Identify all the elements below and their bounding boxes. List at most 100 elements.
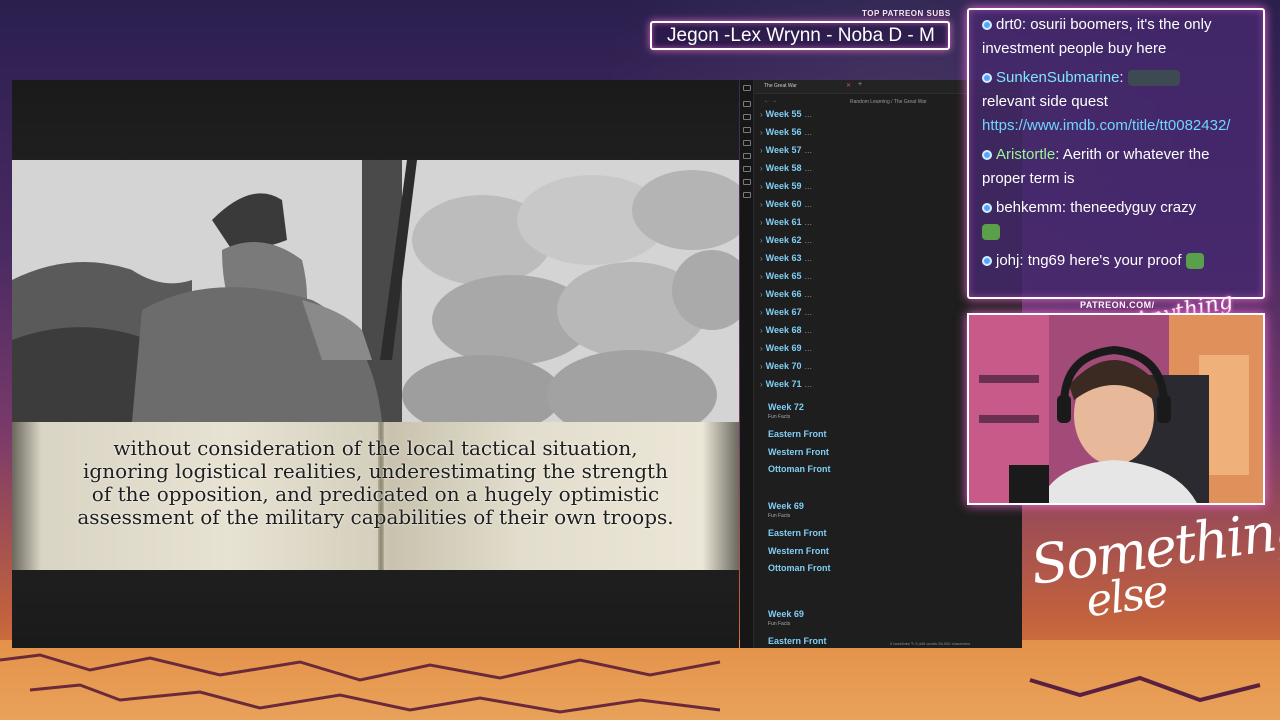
top-patreon-subs-label: TOP PATREON SUBS [862, 9, 951, 18]
chat-text: : tng69 here's your proof [1019, 252, 1182, 269]
week-label: Week 65 [765, 271, 802, 281]
week-label: Week 55 [765, 109, 802, 119]
chevron-right-icon[interactable]: › [760, 146, 763, 155]
front-heading[interactable]: Western Front [768, 447, 829, 457]
caption-line: assessment of the military capabilities … [77, 505, 674, 529]
chevron-right-icon[interactable]: › [760, 362, 763, 371]
chevron-right-icon[interactable]: › [760, 110, 763, 119]
badge-icon [982, 203, 992, 214]
tab-close-icon[interactable]: ✕ [846, 82, 851, 89]
week-label: Week 62 [765, 235, 802, 245]
chevron-right-icon[interactable]: › [760, 254, 763, 263]
week-label: Week 58 [765, 163, 802, 173]
week-label: Week 57 [765, 145, 802, 155]
sidebar-toggle-icon[interactable] [743, 85, 751, 91]
chevron-right-icon[interactable]: › [760, 200, 763, 209]
chevron-right-icon[interactable]: › [760, 182, 763, 191]
week-item[interactable]: › Week 71... [760, 379, 812, 393]
chat-username: johj [996, 252, 1020, 269]
chevron-right-icon[interactable]: › [760, 272, 763, 281]
chevron-right-icon[interactable]: › [760, 290, 763, 299]
week-heading[interactable]: Week 69 [768, 609, 804, 619]
calendar-icon[interactable] [743, 140, 751, 146]
week-heading[interactable]: Week 69 [768, 501, 804, 511]
chevron-right-icon[interactable]: › [760, 164, 763, 173]
week-label: Week 61 [765, 217, 802, 227]
week-item[interactable]: › Week 66... [760, 289, 812, 303]
template-icon[interactable] [743, 153, 751, 159]
chevron-right-icon[interactable]: › [760, 218, 763, 227]
front-heading[interactable]: Eastern Front [768, 429, 827, 439]
ellipsis: ... [804, 271, 813, 281]
status-bar: 0 backlinks ✎ 5,446 words 58,040 charact… [890, 641, 971, 646]
nav-arrows[interactable]: ← → [764, 98, 778, 104]
historical-photo [12, 160, 739, 422]
ground-pattern [0, 653, 1261, 714]
chevron-right-icon[interactable]: › [760, 308, 763, 317]
else-logo: else [1082, 565, 1170, 628]
week-item[interactable]: › Week 59... [760, 181, 812, 195]
front-heading[interactable]: Eastern Front [768, 528, 827, 538]
chevron-right-icon[interactable]: › [760, 344, 763, 353]
week-heading[interactable]: Week 72 [768, 402, 804, 412]
ellipsis: ... [804, 343, 813, 353]
settings-icon[interactable] [743, 179, 751, 185]
chat-message: SunkenSubmarine: relevant side quest htt… [982, 66, 1253, 138]
week-item[interactable]: › Week 62... [760, 235, 812, 249]
caption-line: without consideration of the local tacti… [113, 436, 638, 460]
week-label: Week 70 [765, 361, 802, 371]
chat-username: Aristortle [996, 146, 1056, 163]
week-item[interactable]: › Week 55... [760, 109, 812, 123]
graph-icon[interactable] [743, 127, 751, 133]
soldier-sandbags-image [12, 160, 739, 422]
chat-text: relevant side quest [982, 93, 1108, 110]
week-item[interactable]: › Week 57... [760, 145, 812, 159]
front-heading[interactable]: Eastern Front [768, 636, 827, 646]
week-label: Week 59 [765, 181, 802, 191]
badge-icon [982, 256, 992, 267]
breadcrumb[interactable]: Random Learning / The Great War [850, 99, 927, 105]
week-label: Week 66 [765, 289, 802, 299]
chat-username: behkemm [996, 199, 1062, 216]
week-item[interactable]: › Week 69... [760, 343, 812, 357]
ellipsis: ... [804, 181, 813, 191]
week-item[interactable]: › Week 58... [760, 163, 812, 177]
ellipsis: ... [804, 235, 813, 245]
week-item[interactable]: › Week 70... [760, 361, 812, 375]
week-label: Week 68 [765, 325, 802, 335]
chat-message: drt0: osurii boomers, it's the only inve… [982, 13, 1253, 61]
chevron-right-icon[interactable]: › [760, 326, 763, 335]
chat-username: drt0 [996, 16, 1022, 33]
week-item[interactable]: › Week 65... [760, 271, 812, 285]
front-heading[interactable]: Western Front [768, 546, 829, 556]
ellipsis: ... [804, 109, 813, 119]
fun-facts-label: Fun Facts [768, 513, 791, 519]
chevron-right-icon[interactable]: › [760, 128, 763, 137]
week-item[interactable]: › Week 68... [760, 325, 812, 339]
chat-link[interactable]: https://www.imdb.com/title/tt0082432/ [982, 117, 1230, 134]
front-heading[interactable]: Ottoman Front [768, 563, 831, 573]
new-tab-icon[interactable]: + [858, 81, 862, 88]
week-item[interactable]: › Week 63... [760, 253, 812, 267]
week-item[interactable]: › Week 56... [760, 127, 812, 141]
week-item[interactable]: › Week 60... [760, 199, 812, 213]
publish-icon[interactable] [743, 192, 751, 198]
ellipsis: ... [804, 325, 813, 335]
search-icon[interactable] [743, 114, 751, 120]
chevron-right-icon[interactable]: › [760, 380, 763, 389]
chat-message: Aristortle: Aerith or whatever the prope… [982, 143, 1253, 191]
badge-icon [982, 150, 992, 161]
week-item[interactable]: › Week 61... [760, 217, 812, 231]
chevron-right-icon[interactable]: › [760, 236, 763, 245]
command-icon[interactable] [743, 166, 751, 172]
week-item[interactable]: › Week 67... [760, 307, 812, 321]
tab-the-great-war[interactable]: The Great War [764, 83, 797, 89]
week-label: Week 63 [765, 253, 802, 263]
chat-text: : theneedyguy crazy [1061, 199, 1197, 216]
streamer-webcam-image [969, 315, 1263, 503]
file-explorer-icon[interactable] [743, 101, 751, 107]
front-heading[interactable]: Ottoman Front [768, 464, 831, 474]
chat-username: SunkenSubmarine [996, 69, 1120, 86]
chat-message: behkemm: theneedyguy crazy [982, 196, 1253, 244]
video-player[interactable]: without consideration of the local tacti… [12, 80, 739, 648]
